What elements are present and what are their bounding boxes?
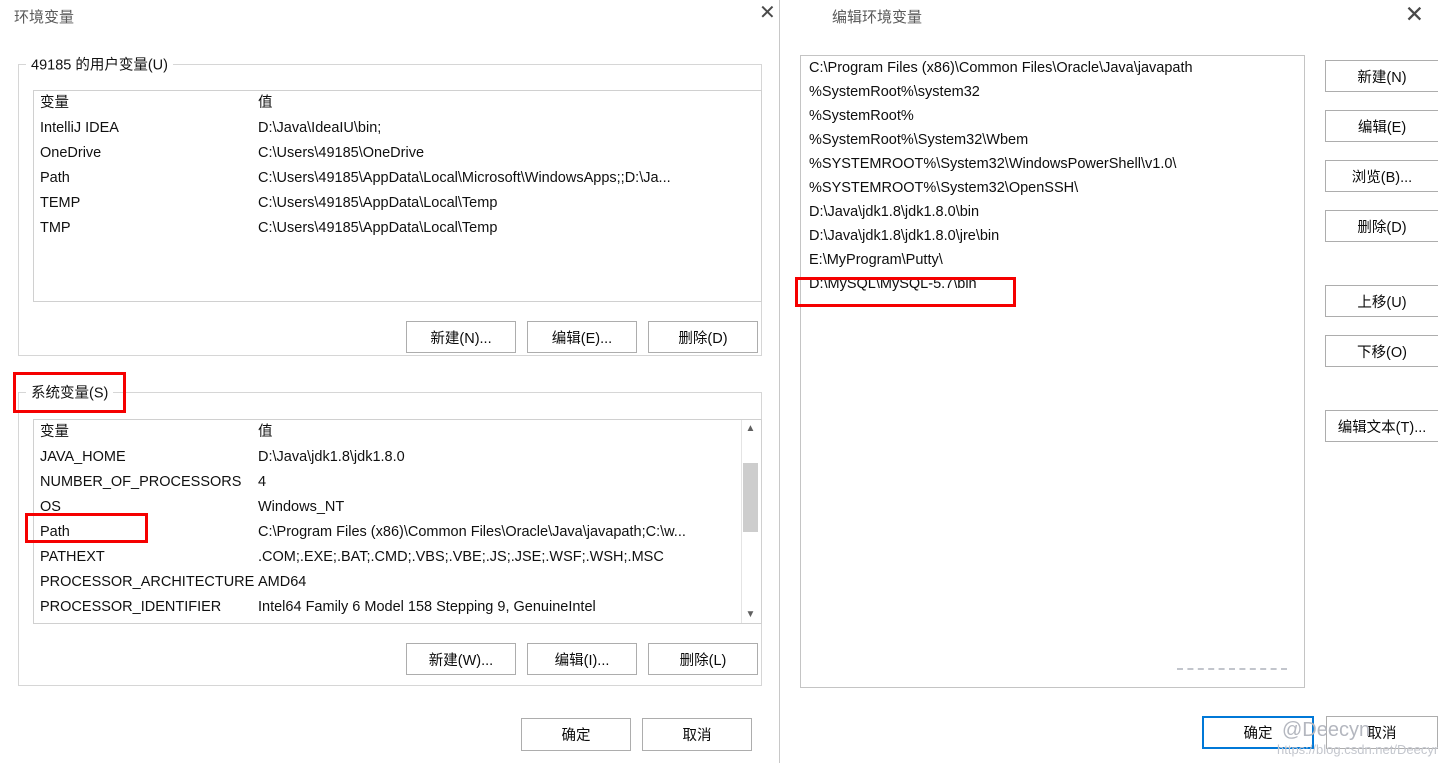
path-delete-button[interactable]: 删除(D) bbox=[1325, 210, 1438, 242]
table-row[interactable]: TEMP C:\Users\49185\AppData\Local\Temp bbox=[34, 191, 761, 216]
list-item[interactable]: %SYSTEMROOT%\System32\OpenSSH\ bbox=[801, 176, 1304, 200]
list-item[interactable]: %SYSTEMROOT%\System32\WindowsPowerShell\… bbox=[801, 152, 1304, 176]
table-row[interactable]: OS Windows_NT bbox=[34, 495, 761, 520]
table-row[interactable]: JAVA_HOME D:\Java\jdk1.8\jdk1.8.0 bbox=[34, 445, 761, 470]
system-delete-button[interactable]: 删除(L) bbox=[648, 643, 758, 675]
edit-environment-variable-dialog: 编辑环境变量 ✕ C:\Program Files (x86)\Common F… bbox=[780, 0, 1438, 763]
environment-variables-dialog: 环境变量 ✕ 49185 的用户变量(U) 变量 值 IntelliJ IDEA… bbox=[0, 0, 780, 763]
table-row[interactable]: Path C:\Program Files (x86)\Common Files… bbox=[34, 520, 761, 545]
list-item[interactable]: C:\Program Files (x86)\Common Files\Orac… bbox=[801, 56, 1304, 80]
list-item[interactable]: %SystemRoot% bbox=[801, 104, 1304, 128]
column-header-value: 值 bbox=[258, 424, 273, 440]
column-header-name: 变量 bbox=[40, 95, 69, 111]
path-edit-text-button[interactable]: 编辑文本(T)... bbox=[1325, 410, 1438, 442]
column-header-name: 变量 bbox=[40, 424, 69, 440]
path-move-down-button[interactable]: 下移(O) bbox=[1325, 335, 1438, 367]
list-item[interactable]: %SystemRoot%\system32 bbox=[801, 80, 1304, 104]
system-variables-scrollbar[interactable]: ▲ ▼ bbox=[741, 420, 758, 623]
list-item[interactable]: D:\Java\jdk1.8\jdk1.8.0\bin bbox=[801, 200, 1304, 224]
variable-value: 4 bbox=[258, 474, 267, 490]
chevron-up-icon[interactable]: ▲ bbox=[742, 420, 759, 437]
variable-name: Path bbox=[40, 170, 70, 186]
variable-name: PROCESSOR_LEVEL bbox=[40, 620, 186, 623]
right-dialog-title: 编辑环境变量 bbox=[832, 9, 923, 26]
table-row[interactable]: OneDrive C:\Users\49185\OneDrive bbox=[34, 141, 761, 166]
close-icon[interactable]: ✕ bbox=[1405, 4, 1424, 27]
variable-value: 6 bbox=[258, 620, 266, 623]
variable-value: D:\Java\jdk1.8\jdk1.8.0 bbox=[258, 449, 405, 465]
path-move-up-button[interactable]: 上移(U) bbox=[1325, 285, 1438, 317]
chevron-down-icon[interactable]: ▼ bbox=[742, 606, 759, 623]
variable-value: C:\Program Files (x86)\Common Files\Orac… bbox=[258, 524, 686, 540]
system-edit-button[interactable]: 编辑(I)... bbox=[527, 643, 637, 675]
variable-name: JAVA_HOME bbox=[40, 449, 126, 465]
variable-name: TEMP bbox=[40, 195, 81, 211]
user-new-button[interactable]: 新建(N)... bbox=[406, 321, 516, 353]
user-variables-legend: 49185 的用户变量(U) bbox=[26, 53, 173, 75]
user-edit-button[interactable]: 编辑(E)... bbox=[527, 321, 637, 353]
table-row[interactable]: PATHEXT .COM;.EXE;.BAT;.CMD;.VBS;.VBE;.J… bbox=[34, 545, 761, 570]
list-item[interactable]: D:\Java\jdk1.8\jdk1.8.0\jre\bin bbox=[801, 224, 1304, 248]
right-cancel-button[interactable]: 取消 bbox=[1326, 716, 1438, 749]
list-item[interactable]: %SystemRoot%\System32\Wbem bbox=[801, 128, 1304, 152]
table-row[interactable]: Path C:\Users\49185\AppData\Local\Micros… bbox=[34, 166, 761, 191]
path-browse-button[interactable]: 浏览(B)... bbox=[1325, 160, 1438, 192]
table-row[interactable]: PROCESSOR_IDENTIFIER Intel64 Family 6 Mo… bbox=[34, 595, 761, 620]
close-icon[interactable]: ✕ bbox=[759, 2, 776, 22]
user-variables-list[interactable]: 变量 值 IntelliJ IDEA D:\Java\IdeaIU\bin; O… bbox=[33, 90, 762, 302]
table-row[interactable]: IntelliJ IDEA D:\Java\IdeaIU\bin; bbox=[34, 116, 761, 141]
variable-value: AMD64 bbox=[258, 574, 307, 590]
variable-name: PATHEXT bbox=[40, 549, 105, 565]
variable-value: C:\Users\49185\AppData\Local\Temp bbox=[258, 220, 498, 236]
variable-name: PROCESSOR_IDENTIFIER bbox=[40, 599, 222, 615]
variable-name: OS bbox=[40, 499, 61, 515]
column-header-value: 值 bbox=[258, 95, 273, 111]
system-variables-list[interactable]: 变量 值 JAVA_HOME D:\Java\jdk1.8\jdk1.8.0 N… bbox=[33, 419, 762, 624]
variable-value: D:\Java\IdeaIU\bin; bbox=[258, 120, 382, 136]
left-cancel-button[interactable]: 取消 bbox=[642, 718, 752, 751]
screenshot-root: 环境变量 ✕ 49185 的用户变量(U) 变量 值 IntelliJ IDEA… bbox=[0, 0, 1438, 763]
path-edit-button[interactable]: 编辑(E) bbox=[1325, 110, 1438, 142]
list-item[interactable]: E:\MyProgram\Putty\ bbox=[801, 248, 1304, 272]
variable-name: NUMBER_OF_PROCESSORS bbox=[40, 474, 242, 490]
user-delete-button[interactable]: 删除(D) bbox=[648, 321, 758, 353]
system-new-button[interactable]: 新建(W)... bbox=[406, 643, 516, 675]
list-item[interactable]: D:\MySQL\MySQL-5.7\bin bbox=[801, 272, 1304, 296]
system-variables-header: 变量 值 bbox=[34, 420, 761, 445]
path-entries-list[interactable]: C:\Program Files (x86)\Common Files\Orac… bbox=[800, 55, 1305, 688]
table-row[interactable]: PROCESSOR_ARCHITECTURE AMD64 bbox=[34, 570, 761, 595]
variable-name: Path bbox=[40, 524, 70, 540]
table-row[interactable]: NUMBER_OF_PROCESSORS 4 bbox=[34, 470, 761, 495]
variable-name: PROCESSOR_ARCHITECTURE bbox=[40, 574, 255, 590]
left-dialog-title: 环境变量 bbox=[14, 9, 75, 26]
table-row[interactable]: PROCESSOR_LEVEL 6 bbox=[34, 620, 761, 623]
scrollbar-thumb[interactable] bbox=[743, 463, 758, 532]
system-variables-legend: 系统变量(S) bbox=[26, 381, 114, 403]
right-ok-button[interactable]: 确定 bbox=[1202, 716, 1314, 749]
variable-value: C:\Users\49185\AppData\Local\Temp bbox=[258, 195, 498, 211]
variable-value: Intel64 Family 6 Model 158 Stepping 9, G… bbox=[258, 599, 596, 615]
variable-value: Windows_NT bbox=[258, 499, 345, 515]
table-row[interactable]: TMP C:\Users\49185\AppData\Local\Temp bbox=[34, 216, 761, 241]
variable-value: C:\Users\49185\OneDrive bbox=[258, 145, 425, 161]
variable-value: C:\Users\49185\AppData\Local\Microsoft\W… bbox=[258, 170, 671, 186]
variable-name: IntelliJ IDEA bbox=[40, 120, 119, 136]
variable-name: TMP bbox=[40, 220, 71, 236]
path-new-button[interactable]: 新建(N) bbox=[1325, 60, 1438, 92]
watermark-dashed-line bbox=[1177, 668, 1287, 670]
variable-value: .COM;.EXE;.BAT;.CMD;.VBS;.VBE;.JS;.JSE;.… bbox=[258, 549, 664, 565]
user-variables-header: 变量 值 bbox=[34, 91, 761, 116]
left-ok-button[interactable]: 确定 bbox=[521, 718, 631, 751]
variable-name: OneDrive bbox=[40, 145, 102, 161]
